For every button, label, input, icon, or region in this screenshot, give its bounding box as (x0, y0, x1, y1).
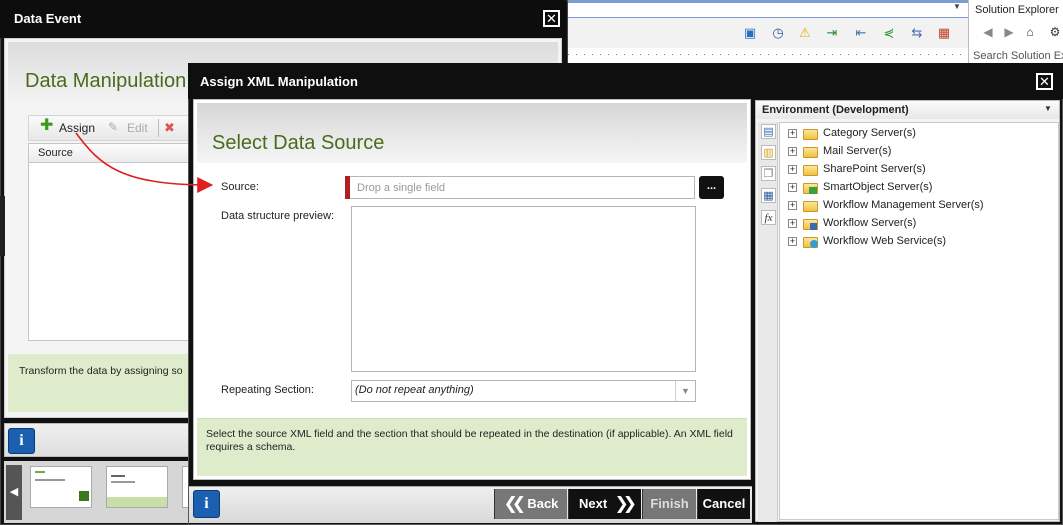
data-event-titlebar (0, 0, 566, 38)
image-icon[interactable]: ▤ (761, 124, 776, 139)
data-event-info-text: Transform the data by assigning so (19, 365, 183, 377)
close-icon[interactable]: ✕ (543, 10, 560, 27)
arrange-icon[interactable]: ⇆ (909, 25, 925, 41)
smartobject-badge (809, 187, 817, 194)
deploy-icon[interactable]: ▦ (936, 25, 952, 41)
chevron-down-icon[interactable]: ▼ (1044, 104, 1052, 113)
warning-icon[interactable]: ⚠ (797, 25, 813, 41)
assign-xml-info-text: Select the source XML field and the sect… (206, 428, 733, 453)
edit-icon: ✎ (108, 120, 119, 134)
grid-column-source[interactable]: Source (38, 147, 73, 159)
expand-icon[interactable]: + (788, 147, 797, 156)
note-icon[interactable]: ▥ (761, 145, 776, 160)
info-icon[interactable]: i (193, 490, 220, 518)
expand-icon[interactable]: + (788, 183, 797, 192)
solution-search-input[interactable]: Search Solution Ex (973, 50, 1063, 64)
tree-item-label: Workflow Web Service(s) (823, 235, 947, 247)
sharepoint-folder-icon (803, 165, 818, 176)
repeating-section-value[interactable]: (Do not repeat anything) (355, 384, 474, 396)
add-icon[interactable]: ✚ (40, 118, 53, 134)
clock-icon[interactable]: ◷ (770, 25, 786, 41)
data-structure-preview-label: Data structure preview: (221, 210, 335, 222)
source-browse-button[interactable]: ... (699, 176, 724, 199)
page-title: Select Data Source (212, 132, 385, 154)
forward-nav-icon[interactable]: ▶ (1001, 24, 1017, 40)
design-canvas-ruler (568, 48, 968, 60)
assign-button[interactable]: Assign (59, 121, 95, 135)
workflow-mgmt-folder-icon (803, 201, 818, 212)
tree-item-label: SmartObject Server(s) (823, 181, 933, 193)
toolbar-divider (158, 119, 159, 137)
assign-xml-title: Assign XML Manipulation (200, 74, 358, 89)
close-icon[interactable]: ✕ (1036, 73, 1053, 90)
data-event-title: Data Event (14, 11, 82, 26)
thumbnail-logo (35, 471, 45, 473)
collapse-handle[interactable] (0, 196, 5, 256)
folder-icon (803, 129, 818, 140)
thumbnail-line (111, 481, 135, 483)
ide-toolbar (568, 18, 968, 48)
thumbnail-line (111, 475, 125, 477)
chevron-left-icon[interactable]: ◀ (6, 465, 22, 520)
import-icon[interactable]: ⇤ (853, 25, 869, 41)
table-icon[interactable]: ▦ (761, 188, 776, 203)
thumbnail-line (35, 479, 65, 481)
chevron-down-icon[interactable]: ▼ (675, 381, 695, 401)
data-structure-preview[interactable] (351, 206, 696, 372)
source-label: Source: (221, 181, 259, 193)
smartobject-folder-icon (803, 183, 818, 194)
export-icon[interactable]: ⇥ (824, 25, 840, 41)
next-button-label: Next (579, 496, 608, 511)
settings-icon[interactable]: ⚙ (1047, 24, 1063, 40)
back-button-label: Back (527, 496, 559, 511)
next-button[interactable]: Next ❯❯ (568, 489, 641, 519)
environment-sidebar (758, 122, 778, 522)
source-input[interactable] (345, 176, 695, 199)
chevron-right-icon: ❯❯ (614, 494, 636, 513)
back-button[interactable]: ❮❮ Back (494, 489, 567, 519)
environment-title: Environment (Development) (762, 104, 909, 116)
objects-icon[interactable]: ❐ (761, 166, 776, 181)
share-icon[interactable]: ⋞ (881, 25, 897, 41)
tree-item-label: Workflow Server(s) (823, 217, 917, 229)
expand-icon[interactable]: + (788, 129, 797, 138)
chevron-left-icon: ❮❮ (503, 494, 526, 513)
globe-badge (810, 240, 818, 248)
tree-item-label: Category Server(s) (823, 127, 916, 139)
expand-icon[interactable]: + (788, 237, 797, 246)
back-nav-icon[interactable]: ◀ (980, 24, 996, 40)
required-marker (345, 176, 350, 199)
expand-icon[interactable]: + (788, 219, 797, 228)
solution-explorer-title: Solution Explorer (975, 4, 1059, 16)
cancel-button[interactable]: Cancel (697, 489, 750, 519)
finish-button: Finish (642, 489, 696, 519)
tree-item-label: Workflow Management Server(s) (823, 199, 984, 211)
assignment-grid (28, 143, 198, 341)
thumbnail-band (107, 497, 167, 507)
workflow-server-folder-icon (803, 219, 818, 230)
data-event-heading: Data Manipulation (25, 70, 187, 92)
home-icon[interactable]: ⌂ (1022, 24, 1038, 40)
tree-item-label: Mail Server(s) (823, 145, 892, 157)
delete-icon: ✖ (164, 120, 175, 135)
tree-item-label: SharePoint Server(s) (823, 163, 926, 175)
wizard-thumbnail-1[interactable] (30, 466, 92, 508)
edit-button: Edit (127, 121, 148, 135)
data-event-info-band (8, 354, 190, 412)
web-service-folder-icon (803, 237, 818, 248)
workflow-badge (810, 223, 817, 230)
thumbnail-badge (79, 491, 89, 501)
ide-accent-strip (568, 0, 968, 3)
menu-dropdown-icon[interactable]: ▼ (953, 2, 961, 11)
expand-icon[interactable]: + (788, 165, 797, 174)
wizard-thumbnail-2[interactable] (106, 466, 168, 508)
expand-icon[interactable]: + (788, 201, 797, 210)
function-icon[interactable]: fx (761, 210, 776, 225)
document-icon[interactable]: ▣ (742, 25, 758, 41)
repeating-section-label: Repeating Section: (221, 384, 314, 396)
info-icon[interactable]: i (8, 428, 35, 454)
mail-folder-icon (803, 147, 818, 158)
